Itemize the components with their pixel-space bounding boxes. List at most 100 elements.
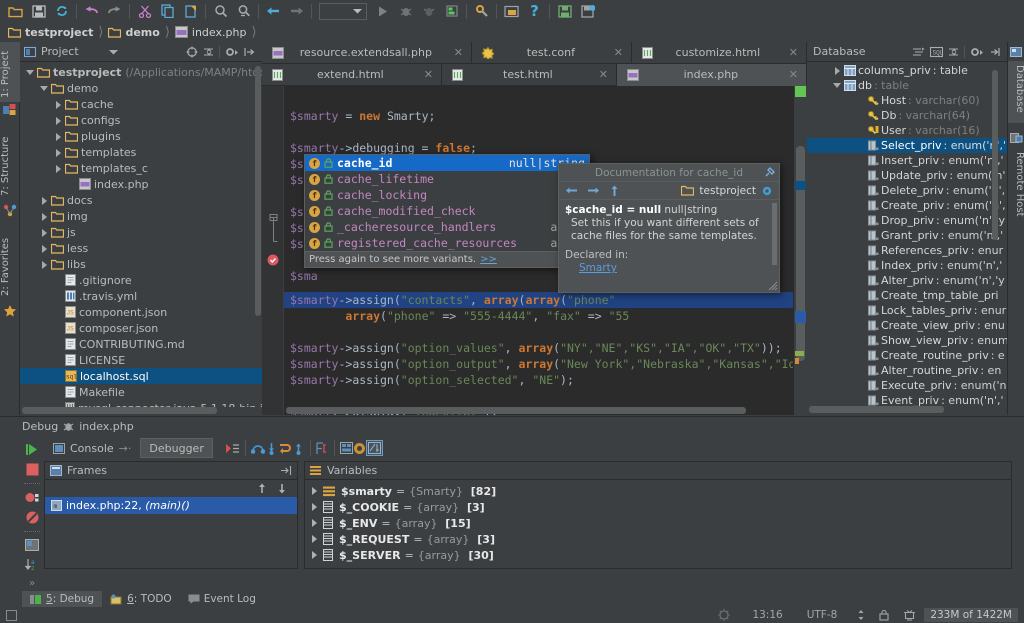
forward-icon[interactable] <box>285 1 308 21</box>
close-icon[interactable]: ✕ <box>614 46 623 59</box>
autocomplete-item[interactable]: fcache_lockingbool <box>305 187 589 203</box>
expand-arrow-icon[interactable] <box>311 551 319 559</box>
bottom-tab-debug[interactable]: 5: Debug <box>22 591 102 607</box>
inspection-ok-marker[interactable] <box>795 86 806 97</box>
help-icon[interactable]: ? <box>523 1 546 21</box>
database-tree-item[interactable]: Index_priv: enum('n',' <box>807 258 1007 273</box>
tree-arrow-open-icon[interactable] <box>40 84 49 93</box>
project-tree-item[interactable]: less <box>20 240 262 256</box>
autocomplete-item[interactable]: fcache_lifetimeint <box>305 171 589 187</box>
database-tree-item[interactable]: Create_tmp_table_pri <box>807 288 1007 303</box>
open-folder-icon[interactable] <box>4 1 27 21</box>
collapse-all-icon[interactable] <box>948 46 959 58</box>
database-tree-vscrollbar[interactable] <box>992 70 998 240</box>
expand-arrow-icon[interactable] <box>311 519 319 527</box>
tab-console[interactable]: Console →· <box>44 438 140 458</box>
autocomplete-item[interactable]: fcache_idnull|string <box>305 155 589 171</box>
close-icon[interactable]: ✕ <box>789 46 798 59</box>
lock-icon[interactable] <box>873 609 895 621</box>
tree-arrow-closed-icon[interactable] <box>40 260 49 269</box>
tree-arrow-closed-icon[interactable] <box>54 164 63 173</box>
database-tree-item[interactable]: User: varchar(16) <box>807 123 1007 138</box>
editor-tab[interactable]: extend.html✕ <box>262 64 442 86</box>
gear-icon[interactable] <box>970 46 984 58</box>
coverage-icon[interactable] <box>417 1 440 21</box>
project-tree-item[interactable]: .gitignore <box>20 272 262 288</box>
project-tree-item[interactable]: cache <box>20 96 262 112</box>
line-separator-icon[interactable] <box>849 609 873 621</box>
frame-item[interactable]: mindex.php:22, (main)() <box>45 497 297 514</box>
database-tree-item[interactable]: Host: varchar(60) <box>807 93 1007 108</box>
sync-icon[interactable] <box>50 1 73 21</box>
database-tree-item[interactable]: Create_routine_priv: e <box>807 348 1007 363</box>
autocomplete-item[interactable]: fcache_modified_checkbool <box>305 203 589 219</box>
editor-scroll-thumb[interactable] <box>796 146 805 361</box>
project-tree-item[interactable]: sqllocalhost.sql <box>20 368 262 384</box>
sidebar-item-structure[interactable]: 7: Structure <box>0 124 20 200</box>
update-icon[interactable] <box>576 1 599 21</box>
project-tree-item[interactable]: index.php <box>20 176 262 192</box>
editor-hscrollbar[interactable] <box>286 407 746 414</box>
project-tree-item[interactable]: JScomposer.json <box>20 320 262 336</box>
gear-icon[interactable] <box>225 46 239 58</box>
breadcrumb-item-file[interactable]: index.php <box>172 26 250 39</box>
project-tree[interactable]: testproject(/Applications/MAMP/htdocsdem… <box>20 62 262 407</box>
frame-down-icon[interactable] <box>277 483 287 494</box>
variable-row[interactable]: $_REQUEST = {array} [3] <box>305 531 1011 547</box>
project-tree-item[interactable]: CONTRIBUTING.md <box>20 336 262 352</box>
gear-icon[interactable] <box>761 185 773 197</box>
tool-tab-database[interactable]: Database <box>1008 61 1024 123</box>
project-tree-item[interactable]: Makefile <box>20 384 262 400</box>
documentation-scrollbar[interactable] <box>772 203 777 265</box>
mute-breakpoints-icon[interactable] <box>353 442 366 455</box>
rerun-icon[interactable] <box>25 443 39 456</box>
run-icon[interactable] <box>371 1 394 21</box>
close-icon[interactable]: ✕ <box>789 68 798 81</box>
editor-vscrollbar[interactable] <box>794 86 807 415</box>
variable-row[interactable]: $_COOKIE = {array} [3] <box>305 499 1011 515</box>
breakpoint-icon[interactable] <box>267 254 279 266</box>
step-out-icon[interactable] <box>292 442 305 455</box>
variable-row[interactable]: $_SERVER = {array} [30] <box>305 547 1011 563</box>
project-tree-item[interactable]: img <box>20 208 262 224</box>
breadcrumb-item-demo[interactable]: demo <box>105 26 162 39</box>
close-icon[interactable]: ✕ <box>454 46 463 59</box>
run-to-cursor-icon[interactable] <box>316 442 329 455</box>
profile-icon[interactable] <box>440 1 463 21</box>
expand-arrow-icon[interactable] <box>311 535 319 543</box>
sort-alphabetically-icon[interactable]: az <box>25 558 39 571</box>
database-tree-item[interactable]: Drop_priv: enum('n','y <box>807 213 1007 228</box>
cut-icon[interactable] <box>133 1 156 21</box>
documentation-declared-link[interactable]: Smarty <box>579 262 617 275</box>
editor-gutter[interactable] <box>262 86 284 415</box>
copy-icon[interactable] <box>156 1 179 21</box>
project-tree-item[interactable]: js <box>20 224 262 240</box>
project-tree-vscrollbar[interactable] <box>255 66 261 316</box>
sync-db-icon[interactable] <box>912 46 925 58</box>
database-tree-item[interactable]: Create_priv: enum('n', <box>807 198 1007 213</box>
database-tree-item[interactable]: Execute_priv: enum('n <box>807 378 1007 393</box>
scroll-from-source-icon[interactable] <box>186 46 198 58</box>
settings-icon[interactable] <box>470 1 493 21</box>
bottom-tab-event-log[interactable]: Event Log <box>180 591 264 607</box>
hide-icon[interactable] <box>244 46 255 58</box>
tool-tab-remote-host[interactable]: Remote Host <box>1008 148 1024 226</box>
database-tree-item[interactable]: References_priv: enur <box>807 243 1007 258</box>
redo-icon[interactable] <box>103 1 126 21</box>
back-arrow-icon[interactable] <box>565 185 578 196</box>
project-tree-item[interactable]: plugins <box>20 128 262 144</box>
documentation-popup[interactable]: Documentation for cache_id testproject $… <box>558 163 780 293</box>
project-tree-item[interactable]: .travis.yml <box>20 288 262 304</box>
hide-icon[interactable] <box>280 465 292 476</box>
autocomplete-popup[interactable]: fcache_idnull|stringfcache_lifetimeintfc… <box>304 154 590 268</box>
database-tree-item[interactable]: Insert_priv: enum('n',' <box>807 153 1007 168</box>
tree-arrow-closed-icon[interactable] <box>40 228 49 237</box>
terminal-icon[interactable] <box>500 1 523 21</box>
warning-marker[interactable] <box>795 358 799 364</box>
project-tree-item[interactable]: templates_c <box>20 160 262 176</box>
tree-arrow-closed-icon[interactable] <box>54 148 63 157</box>
evaluate-expression-icon[interactable] <box>340 442 353 454</box>
sidebar-item-favorites[interactable]: 2: Favorites <box>0 222 20 300</box>
project-tree-item[interactable]: JScomponent.json <box>20 304 262 320</box>
stop-icon[interactable] <box>26 463 39 476</box>
